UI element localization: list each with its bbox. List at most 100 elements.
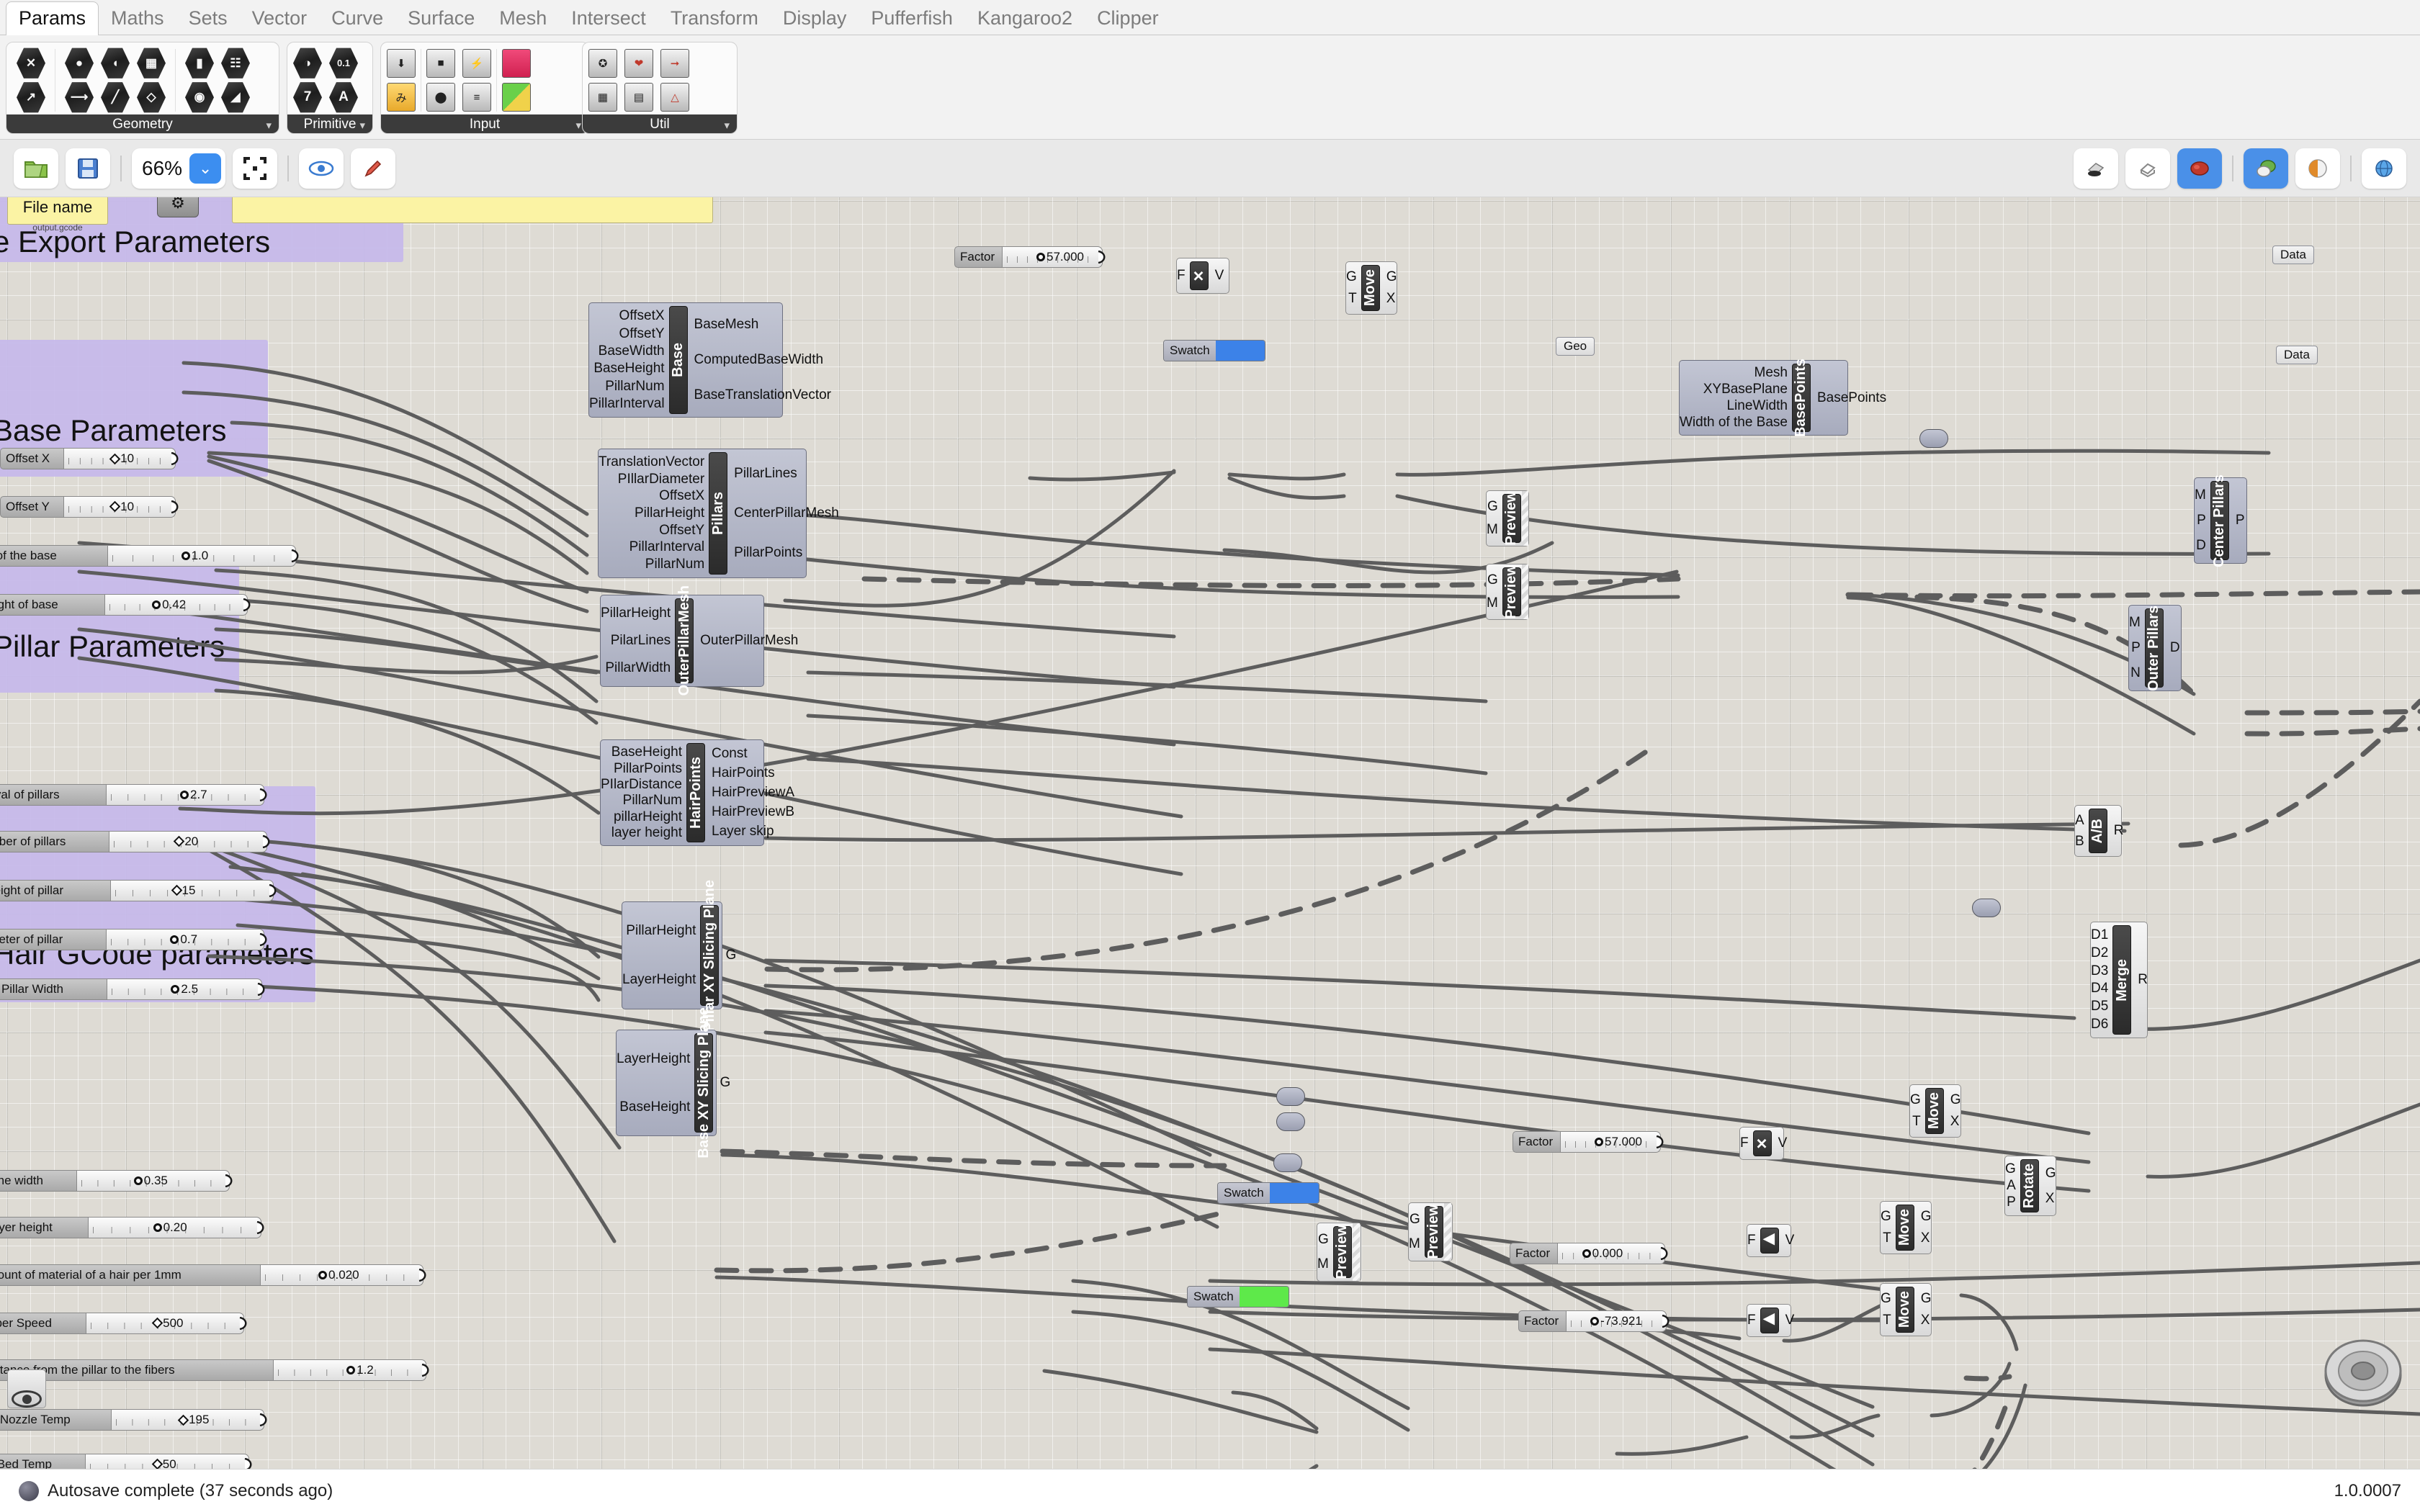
output-port-x[interactable]: X <box>1386 292 1396 306</box>
slider-track[interactable]: 2.5 <box>107 978 265 1001</box>
slider-handle[interactable] <box>177 1414 189 1426</box>
slider-track[interactable]: 10 <box>63 448 179 470</box>
param-text-button[interactable]: A <box>327 81 360 114</box>
input-port-baseheight[interactable]: BaseHeight <box>619 1099 690 1115</box>
param-surface-button[interactable]: ◖ <box>99 47 132 80</box>
output-port-computedbasewidth[interactable]: ComputedBaseWidth <box>694 353 824 367</box>
menu-tab-mesh[interactable]: Mesh <box>487 2 559 35</box>
input-port-n[interactable]: N <box>2130 666 2141 680</box>
data-param-data[interactable]: Data <box>2272 246 2314 264</box>
output-port[interactable] <box>1098 251 1110 264</box>
input-port-f[interactable]: F <box>1747 1313 1756 1328</box>
output-port[interactable] <box>259 788 272 801</box>
sketch-tool-button[interactable] <box>351 148 396 189</box>
colour-swatch[interactable]: Swatch <box>1187 1286 1289 1308</box>
menu-tab-intersect[interactable]: Intersect <box>559 2 658 35</box>
output-port[interactable] <box>244 1457 256 1469</box>
factor-slider[interactable]: Factor -73.921 <box>1518 1310 1670 1332</box>
input-port-m[interactable]: M <box>1487 596 1498 611</box>
param-box-button[interactable]: ▮ <box>183 47 216 80</box>
slider-diameter-of-pillar[interactable]: Diameter of pillar 0.7 <box>0 928 267 950</box>
component-pillars[interactable]: TranslationVector PIllarDiameter OffsetX Pi… <box>598 449 839 578</box>
data-param-data[interactable]: Data <box>2276 346 2318 364</box>
input-port-g[interactable]: G <box>1410 1212 1420 1227</box>
component-hairpoints[interactable]: BaseHeight PillarPoints PIlarDistance Pilla… <box>600 739 794 846</box>
input-port-g[interactable]: G <box>1487 500 1498 514</box>
input-port-p[interactable]: P <box>2131 641 2141 655</box>
output-port-v[interactable]: V <box>1215 269 1224 283</box>
cluster-button[interactable]: ▦ <box>586 81 619 114</box>
button-component-button[interactable]: ⚡ <box>460 47 493 80</box>
slider-track[interactable]: 1.0 <box>107 544 299 567</box>
input-port-d5[interactable]: D5 <box>2091 999 2108 1014</box>
output-port-const[interactable]: Const <box>712 747 748 761</box>
favourite-button[interactable]: ❤ <box>622 47 655 80</box>
input-port-m[interactable]: M <box>2195 487 2206 503</box>
output-port[interactable] <box>257 983 269 996</box>
output-port-v[interactable]: V <box>1778 1136 1788 1151</box>
output-port[interactable] <box>421 1363 434 1377</box>
slider-handle[interactable] <box>1036 253 1045 261</box>
output-port-pillarpoints[interactable]: PillarPoints <box>734 546 802 560</box>
slider-height-of-base[interactable]: Height of base 0.42 <box>0 593 251 616</box>
slider-track[interactable]: 20 <box>108 830 270 852</box>
output-port-x[interactable]: X <box>1950 1115 1960 1129</box>
output-port[interactable] <box>262 834 274 848</box>
output-port-hairpoints[interactable]: HairPoints <box>712 766 775 780</box>
input-port-offsetx[interactable]: OffsetX <box>619 309 665 323</box>
input-port-pilardistance[interactable]: PIlarDistance <box>601 777 682 792</box>
input-port-baseheight[interactable]: BaseHeight <box>593 361 664 376</box>
output-port-g[interactable]: G <box>2045 1166 2056 1181</box>
param-brep-button[interactable]: ▦ <box>135 47 168 80</box>
input-port-pillarinterval[interactable]: PillarInterval <box>629 540 705 554</box>
input-port-f[interactable]: F <box>1177 269 1186 283</box>
input-port-g[interactable]: G <box>2005 1161 2016 1176</box>
component-basepoints[interactable]: Mesh XYBasePlane LineWidth Width of the Bas… <box>1679 359 1886 437</box>
output-port[interactable] <box>171 452 183 466</box>
menu-tab-clipper[interactable]: Clipper <box>1085 2 1171 35</box>
menu-tab-pufferfish[interactable]: Pufferfish <box>859 2 965 35</box>
slider-handle[interactable] <box>1590 1317 1600 1326</box>
relay-button[interactable]: ➞ <box>658 47 691 80</box>
slider-handle[interactable] <box>133 1176 143 1186</box>
component--[interactable]: F ✕ V <box>1176 258 1229 294</box>
input-port-xybaseplane[interactable]: XYBasePlane <box>1703 382 1788 397</box>
param-geometry-x-button[interactable]: ✕ <box>14 47 48 80</box>
slider-track[interactable]: 0.020 <box>259 1264 426 1287</box>
slider-track[interactable]: 0.000 <box>1557 1243 1668 1264</box>
slider-handle[interactable] <box>151 1458 163 1469</box>
canvas-navigation-widget[interactable] <box>2318 1332 2408 1411</box>
slider-track[interactable]: 195 <box>110 1409 267 1431</box>
slider-height-of-pillar[interactable]: Height of pillar 15 <box>0 879 277 901</box>
output-port-x[interactable]: X <box>2045 1191 2055 1206</box>
slider-offset-y[interactable]: Offset Y 10 <box>0 495 179 518</box>
value-list-button[interactable]: ≡ <box>460 81 493 114</box>
slider-interval-of-pillars[interactable]: Interval of pillars 2.7 <box>0 783 267 806</box>
output-port-g[interactable]: G <box>1950 1093 1961 1107</box>
slider-line-width[interactable]: Line width 0.35 <box>0 1170 233 1192</box>
component-center-pillars[interactable]: M P D Center Pillars P <box>2194 474 2247 567</box>
slider-number-of-pillars[interactable]: Number of pillars 20 <box>0 830 270 852</box>
slider-handle[interactable] <box>179 790 189 799</box>
component-base[interactable]: OffsetX OffsetY BaseWidth BaseHeight PillarN… <box>588 302 831 418</box>
component--[interactable]: F ▶ V <box>1747 1224 1794 1257</box>
grasshopper-canvas[interactable]: File name output.gcode ⚙ e Export Parame… <box>0 197 2420 1469</box>
slider-track[interactable]: 1.2 <box>273 1359 429 1381</box>
input-port-d6[interactable]: D6 <box>2091 1017 2108 1032</box>
input-port-pillarwidth[interactable]: PillarWidth <box>605 661 671 675</box>
output-port-hairpreviewa[interactable]: HairPreviewA <box>712 786 794 800</box>
slider-nozzle-temp[interactable]: Nozzle Temp 195 <box>0 1409 267 1431</box>
slider-distance-from-the-pillar-to-the-fibers[interactable]: Distance from the pillar to the fibers 1.… <box>0 1359 429 1381</box>
component-pillar-xy-slicing-plane[interactable]: PillarHeight LayerHeight Pillar XY Slicing… <box>622 880 736 1031</box>
input-port-d[interactable]: D <box>2196 539 2206 553</box>
input-port-baseheight[interactable]: BaseHeight <box>611 745 682 760</box>
input-port-pillarheight[interactable]: PillarHeight <box>601 606 671 621</box>
globe-preview-button[interactable] <box>2362 148 2406 189</box>
output-port-hairpreviewb[interactable]: HairPreviewB <box>712 804 794 819</box>
input-port-d2[interactable]: D2 <box>2091 946 2108 960</box>
input-port-t[interactable]: T <box>1883 1231 1891 1246</box>
input-port-layer-height[interactable]: layer height <box>611 825 682 840</box>
boolean-toggle-button[interactable]: ■ <box>424 47 457 80</box>
output-port-r[interactable]: R <box>2138 973 2148 987</box>
output-port[interactable] <box>239 1316 251 1330</box>
